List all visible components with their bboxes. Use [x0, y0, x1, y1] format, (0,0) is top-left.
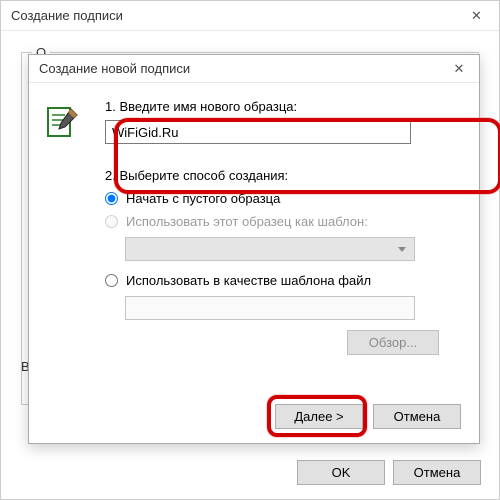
browse-button: Обзор... — [347, 330, 439, 355]
step2-label: 2. Выберите способ создания: — [105, 168, 461, 183]
next-button[interactable]: Далее > — [275, 404, 363, 429]
radio-file[interactable] — [105, 274, 118, 287]
file-path-input — [125, 296, 415, 320]
radio-template-row: Использовать этот образец как шаблон: — [105, 214, 461, 229]
step1: 1. Введите имя нового образца: — [105, 99, 461, 144]
radio-file-row[interactable]: Использовать в качестве шаблона файл — [105, 273, 461, 288]
parent-cancel-button[interactable]: Отмена — [393, 460, 481, 485]
step2: 2. Выберите способ создания: Начать с пу… — [105, 168, 461, 355]
wizard-cancel-button[interactable]: Отмена — [373, 404, 461, 429]
radio-file-label: Использовать в качестве шаблона файл — [126, 273, 371, 288]
wizard-content: 1. Введите имя нового образца: 2. Выбери… — [105, 99, 461, 355]
wizard-dialog: Создание новой подписи ✕ 1. Введите имя … — [28, 54, 480, 444]
wizard-button-row: Далее > Отмена — [275, 404, 461, 429]
radio-template — [105, 215, 118, 228]
close-icon: ✕ — [471, 1, 482, 31]
parent-titlebar: Создание подписи ✕ — [1, 1, 499, 31]
wizard-title: Создание новой подписи — [39, 61, 190, 76]
step1-label: 1. Введите имя нового образца: — [105, 99, 461, 114]
template-select — [125, 237, 415, 261]
signature-name-input[interactable] — [105, 120, 411, 144]
signature-icon — [47, 107, 83, 143]
parent-button-row: OK Отмена — [297, 460, 481, 485]
parent-title: Создание подписи — [11, 8, 123, 23]
close-icon: ✕ — [454, 55, 465, 83]
radio-blank-row[interactable]: Начать с пустого образца — [105, 191, 461, 206]
radio-template-label: Использовать этот образец как шаблон: — [126, 214, 368, 229]
wizard-titlebar: Создание новой подписи ✕ — [29, 55, 479, 83]
radio-blank-label: Начать с пустого образца — [126, 191, 280, 206]
parent-close-button[interactable]: ✕ — [454, 1, 499, 31]
wizard-body: 1. Введите имя нового образца: 2. Выбери… — [29, 83, 479, 443]
wizard-close-button[interactable]: ✕ — [439, 55, 479, 83]
radio-blank[interactable] — [105, 192, 118, 205]
parent-ok-button[interactable]: OK — [297, 460, 385, 485]
